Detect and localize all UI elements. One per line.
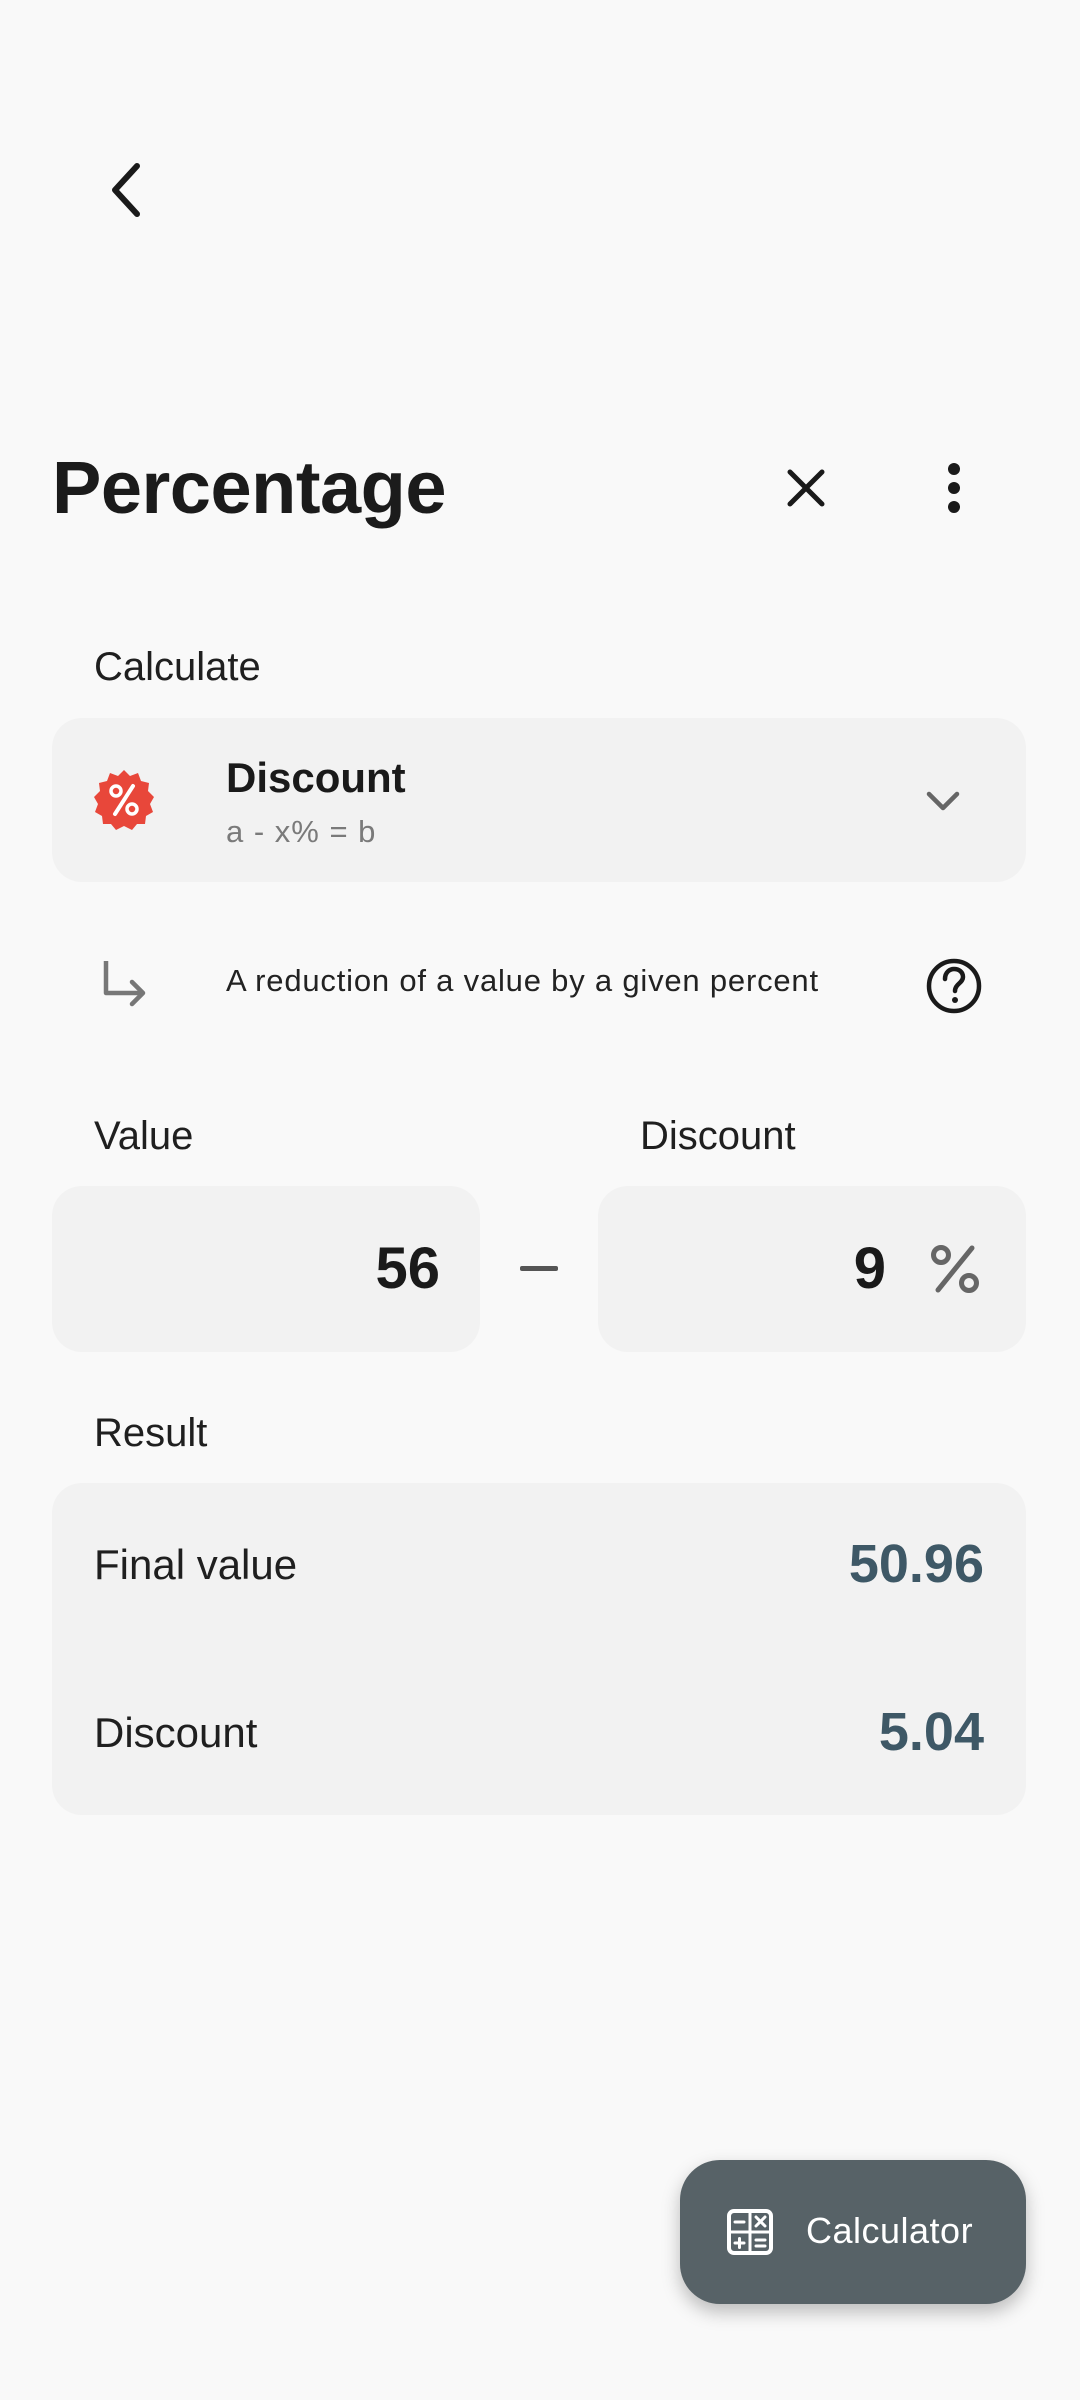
calculator-icon	[726, 2208, 774, 2256]
mode-formula: a - x% = b	[226, 814, 377, 849]
percent-badge-icon	[92, 768, 156, 832]
final-value-result: 50.96	[848, 1534, 984, 1594]
discount-label: Discount	[640, 1114, 796, 1158]
mode-description: A reduction of a value by a given percen…	[226, 963, 819, 998]
value-input[interactable]: 56	[52, 1186, 480, 1352]
minus-operator-icon	[520, 1266, 558, 1271]
mode-name: Discount	[226, 754, 406, 801]
calculator-button[interactable]: Calculator	[680, 2160, 1026, 2304]
back-button[interactable]	[86, 145, 166, 235]
final-value-label: Final value	[94, 1541, 298, 1588]
discount-input[interactable]: 9	[598, 1186, 1026, 1352]
result-card: Final value 50.96 Discount 5.04	[52, 1483, 1026, 1815]
calculate-label: Calculate	[94, 645, 261, 689]
calculation-mode-selector[interactable]: Discount a - x% = b	[52, 718, 1026, 882]
value-input-text: 56	[375, 1236, 440, 1301]
close-button[interactable]	[766, 448, 846, 528]
discount-result-label: Discount	[94, 1709, 258, 1756]
chevron-down-icon	[918, 776, 968, 826]
more-options-button[interactable]	[914, 448, 994, 528]
calculator-button-label: Calculator	[806, 2210, 974, 2251]
subdirectory-arrow-icon	[96, 955, 152, 1011]
help-button[interactable]	[920, 952, 988, 1020]
result-label: Result	[94, 1411, 208, 1455]
more-vert-icon	[948, 463, 960, 513]
discount-result-value: 5.04	[878, 1702, 984, 1762]
discount-input-text: 9	[853, 1236, 886, 1301]
percent-icon	[928, 1242, 982, 1296]
close-icon	[787, 469, 825, 507]
value-label: Value	[94, 1114, 194, 1158]
chevron-left-icon	[112, 163, 140, 217]
help-circle-icon	[926, 958, 982, 1014]
page-title: Percentage	[52, 446, 446, 529]
